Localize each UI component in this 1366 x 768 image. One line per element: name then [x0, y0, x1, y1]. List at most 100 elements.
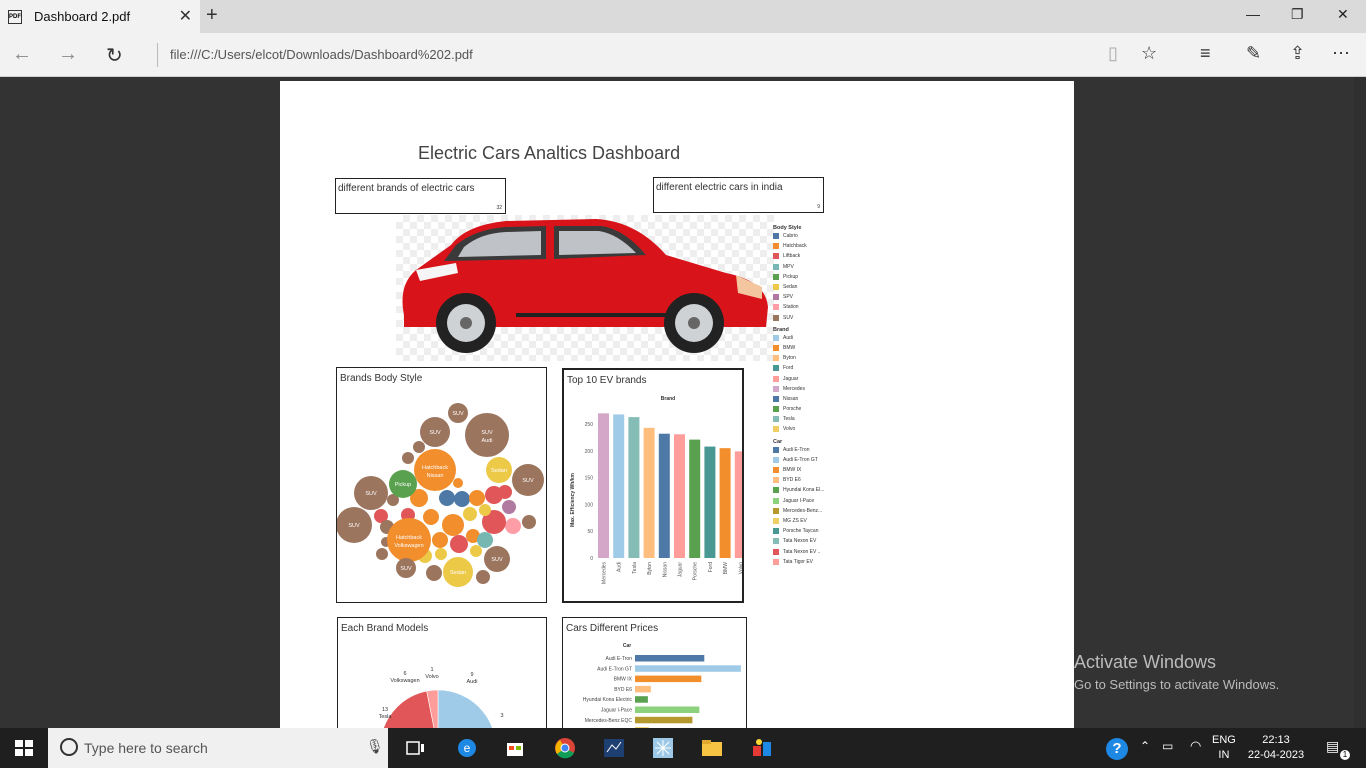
- kpi-cars: different electric cars in india 9: [653, 177, 824, 213]
- price-legend-title: Car: [623, 643, 631, 649]
- legend-body-style-item: Pickup: [773, 272, 824, 282]
- legend-body-style-swatch: [773, 273, 779, 280]
- kpi-cars-value: 9: [817, 204, 820, 210]
- microphone-icon[interactable]: 🎙: [366, 738, 384, 755]
- window-close-icon[interactable]: ✕: [1337, 6, 1349, 23]
- battery-icon[interactable]: ▭: [1162, 739, 1173, 753]
- share-icon[interactable]: ⇪: [1290, 43, 1305, 64]
- pdf-viewer: Electric Cars Analtics Dashboard differe…: [0, 77, 1366, 728]
- close-tab-icon[interactable]: ✕: [179, 6, 192, 26]
- forward-icon[interactable]: →: [58, 43, 78, 66]
- bubble-label: SUV: [365, 491, 377, 497]
- taskbar-search[interactable]: Type here to search 🎙: [48, 728, 388, 768]
- legend-body-style-swatch: [773, 304, 779, 311]
- svg-text:e: e: [464, 741, 471, 755]
- legend-brand-item: Jaguar: [773, 373, 824, 383]
- bubble-label: SUV: [429, 430, 441, 436]
- windows-start-icon[interactable]: [12, 736, 36, 760]
- tab-dashboard[interactable]: PDF Dashboard 2.pdf ✕: [0, 0, 200, 33]
- legend-car-item: Audi E-Tron: [773, 445, 824, 455]
- price-bar: [635, 685, 651, 693]
- restore-icon[interactable]: ❐: [1291, 6, 1304, 23]
- legend-brand-swatch: [773, 416, 779, 423]
- pie-name-label: Volkswagen: [390, 678, 419, 684]
- edge-icon[interactable]: e: [455, 736, 479, 760]
- web-note-icon[interactable]: ✎: [1246, 43, 1261, 64]
- task-view-icon[interactable]: [404, 736, 428, 760]
- more-icon[interactable]: ⋯: [1332, 43, 1350, 64]
- refresh-icon[interactable]: ↻: [106, 43, 123, 68]
- help-icon[interactable]: ?: [1106, 738, 1128, 760]
- legend-car-label: Audi E-Tron: [783, 446, 810, 453]
- address-bar: ← → ↻ file:///C:/Users/elcot/Downloads/D…: [0, 33, 1366, 77]
- legend-brand-label: Byton: [783, 355, 796, 362]
- clock[interactable]: 22:13 22-04-2023: [1246, 734, 1306, 761]
- price-bar-label: BYD E6: [614, 687, 632, 693]
- bubble-small: [435, 548, 447, 560]
- chevron-up-icon[interactable]: ⌃: [1140, 739, 1150, 753]
- language-indicator[interactable]: ENG IN: [1212, 734, 1236, 761]
- legend-car-label: Porsche Taycan: [783, 528, 819, 535]
- price-bar-label: Hyundai Kona Electric: [583, 697, 633, 703]
- back-icon[interactable]: ←: [12, 43, 32, 66]
- app-chart-icon[interactable]: [602, 736, 626, 760]
- legend-car-list: Audi E-Tron Audi E-Tron GT BMW IX BYD E6 Hyu…: [773, 445, 824, 567]
- legend-body-style-label: MPV: [783, 263, 794, 270]
- legend-car-item: Tata Nexon EV ..: [773, 546, 824, 556]
- legend-body-style-list: Cabrio Hatchback Liftback MPV Pickup Sedan SPV…: [773, 231, 824, 323]
- url-field[interactable]: file:///C:/Users/elcot/Downloads/Dashboa…: [170, 47, 473, 62]
- bar: [689, 439, 701, 558]
- bubble-small: [432, 532, 448, 548]
- snowflake-app-icon[interactable]: [651, 736, 675, 760]
- new-tab-icon[interactable]: +: [206, 4, 218, 27]
- legend-body-style-item: Sedan: [773, 282, 824, 292]
- notification-icon[interactable]: ▤: [1326, 738, 1339, 755]
- pie-name-label: Volvo: [425, 674, 438, 680]
- price-bar: [635, 696, 648, 703]
- tab-bar: PDF Dashboard 2.pdf ✕ + — ❐ ✕: [0, 0, 1366, 33]
- bubble-label: Sedan: [491, 468, 507, 474]
- legend-car-swatch: [773, 477, 779, 484]
- file-explorer-icon[interactable]: [700, 736, 724, 760]
- minimize-icon[interactable]: —: [1246, 6, 1260, 22]
- url-divider: [157, 43, 158, 67]
- lang-primary: ENG: [1212, 734, 1236, 746]
- tab-title: Dashboard 2.pdf: [34, 9, 131, 24]
- bar-y-tick: 250: [585, 422, 594, 428]
- bubble-label: SUV: [400, 566, 412, 572]
- chrome-icon[interactable]: [553, 736, 577, 760]
- legend-brand-label: BMW: [783, 344, 796, 351]
- bar: [719, 448, 731, 558]
- price-bar-label: Audi E-Tron: [606, 656, 633, 662]
- favorite-star-icon[interactable]: ☆: [1141, 43, 1157, 64]
- bubble-small: [505, 518, 521, 534]
- bubble-small: [442, 514, 464, 536]
- bar-x-tick: Audi: [617, 562, 623, 572]
- search-placeholder: Type here to search: [84, 740, 208, 756]
- paint-app-icon[interactable]: [750, 736, 774, 760]
- legend-body-style-label: Sedan: [783, 284, 798, 291]
- hub-icon[interactable]: ≡: [1200, 43, 1211, 64]
- kpi-brands-value: 32: [496, 205, 502, 211]
- legend-body-style-swatch: [773, 294, 779, 301]
- store-icon[interactable]: [503, 736, 527, 760]
- bubble-label: SUV: [348, 523, 360, 529]
- scrollbar[interactable]: [1354, 77, 1366, 728]
- activate-windows-watermark: Activate Windows Go to Settings to activ…: [1074, 652, 1279, 692]
- pie-slice: [437, 689, 493, 728]
- legend-body-style-item: MPV: [773, 262, 824, 272]
- wifi-icon[interactable]: ◠: [1190, 738, 1201, 754]
- legend-car-item: Hyundai Kona El...: [773, 485, 824, 495]
- clock-date: 22-04-2023: [1247, 749, 1305, 761]
- legend-car-label: BMW IX: [783, 467, 802, 474]
- legend-body-style-item: SUV: [773, 313, 824, 323]
- legend-car-swatch: [773, 467, 779, 474]
- legend-brand-label: Nissan: [783, 395, 799, 402]
- reading-view-icon[interactable]: ▯: [1108, 43, 1118, 64]
- legend-car-label: Audi E-Tron GT: [783, 456, 818, 463]
- price-bar-label: Mercedes-Benz EQC: [585, 718, 633, 724]
- bar-chart-title: Top 10 EV brands: [567, 375, 647, 386]
- bubble-small: [479, 504, 491, 516]
- bar-chart: Brand Max. Efficiency Wh/km 0 50 100 150 200 25…: [570, 396, 742, 584]
- bubble-small: [502, 500, 516, 514]
